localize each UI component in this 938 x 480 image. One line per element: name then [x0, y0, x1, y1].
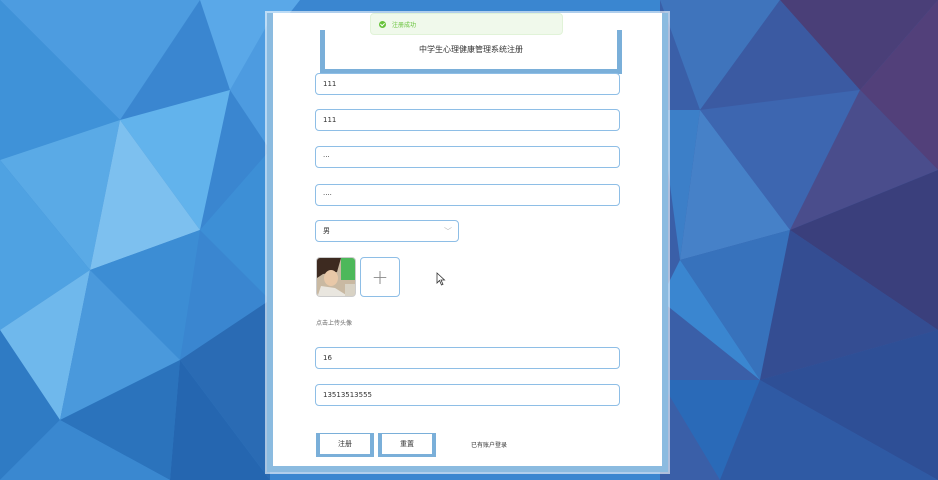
gender-select[interactable]: 男 ﹀	[315, 220, 459, 242]
gender-selected-value: 男	[323, 227, 330, 235]
reset-button[interactable]: 重置	[378, 433, 436, 457]
register-card: 中学生心理健康管理系统注册 男 ﹀ + 点击上传头像 注册 重置 已有账户登录	[267, 13, 668, 472]
register-label: 注册	[338, 440, 352, 448]
age-input[interactable]	[315, 347, 620, 369]
success-toast: 注册成功	[370, 13, 563, 35]
avatar-preview[interactable]	[316, 257, 356, 297]
success-check-icon	[379, 20, 386, 28]
avatar-image	[317, 258, 355, 296]
toast-message: 注册成功	[392, 21, 417, 29]
password-input[interactable]	[315, 146, 620, 168]
username-input[interactable]	[315, 73, 620, 95]
plus-icon: +	[371, 265, 389, 289]
form-title-box: 中学生心理健康管理系统注册	[320, 30, 622, 74]
form-title: 中学生心理健康管理系统注册	[419, 45, 523, 54]
confirm-password-input[interactable]	[315, 184, 620, 206]
phone-input[interactable]	[315, 384, 620, 406]
upload-hint: 点击上传头像	[316, 320, 353, 327]
register-button[interactable]: 注册	[316, 433, 374, 457]
mouse-cursor-icon	[436, 272, 446, 286]
reset-label: 重置	[400, 440, 414, 448]
upload-avatar-button[interactable]: +	[360, 257, 400, 297]
name-input[interactable]	[315, 109, 620, 131]
chevron-down-icon: ﹀	[444, 227, 452, 236]
login-link[interactable]: 已有账户登录	[471, 440, 507, 449]
